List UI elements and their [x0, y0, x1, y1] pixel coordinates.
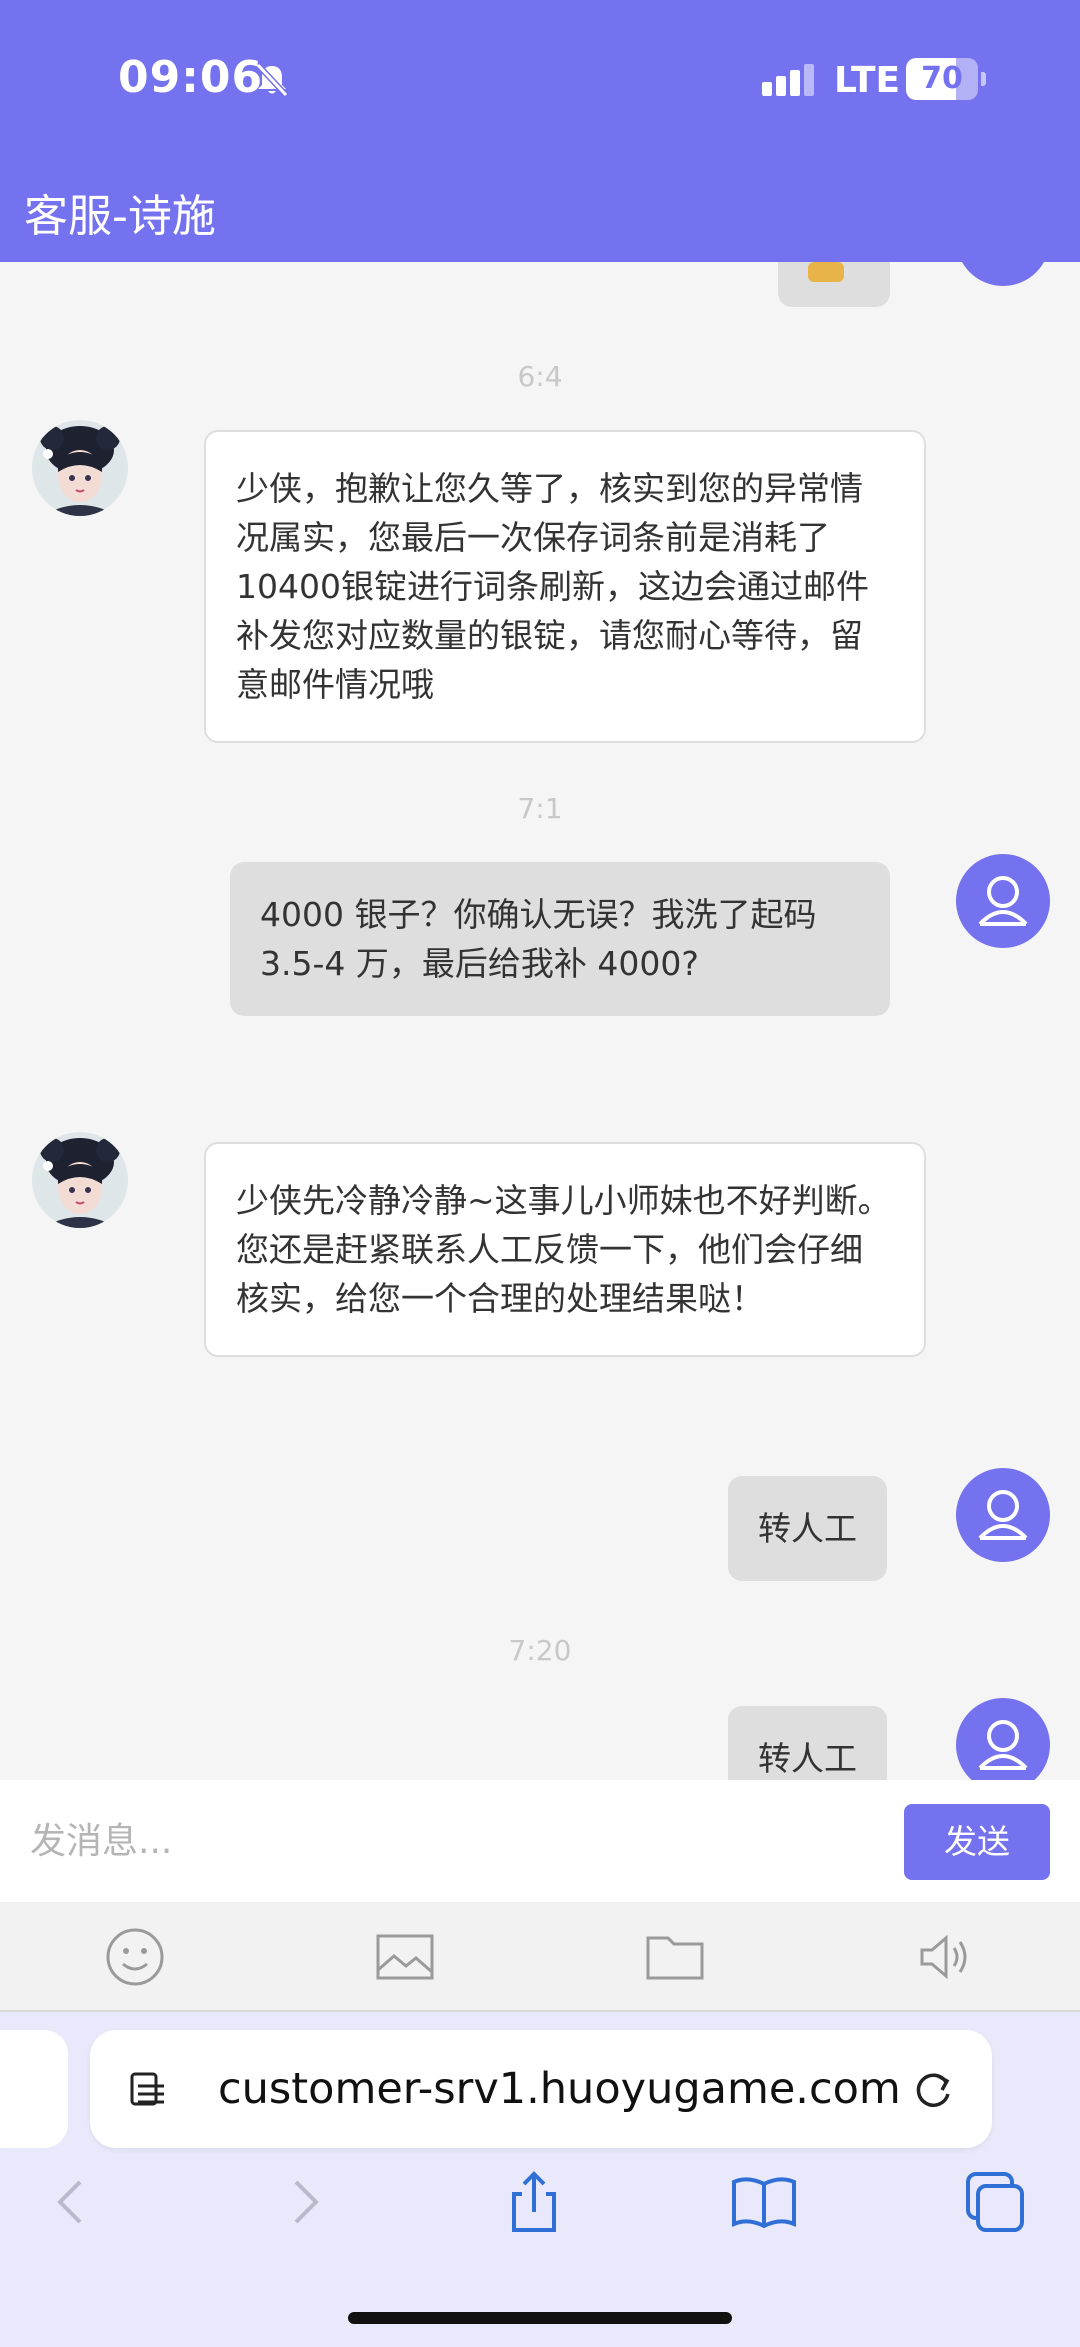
- agent-avatar-image: [32, 1132, 128, 1228]
- status-bar: 09:06 LTE 70: [0, 0, 1080, 160]
- emoji-icon[interactable]: [102, 1924, 168, 1990]
- volume-icon[interactable]: [912, 1924, 978, 1990]
- folder-icon[interactable]: [642, 1924, 708, 1990]
- page-title: 客服-诗施: [24, 191, 216, 242]
- chat-area[interactable]: 6:4 少侠，抱歉让您久等了，核实到您的异常情况属实，您最后一次保存词条前是消耗…: [0, 262, 1080, 1780]
- signal-icon: [762, 64, 814, 96]
- page-menu-icon[interactable]: [126, 2068, 170, 2112]
- message-time: 7:1: [517, 792, 563, 825]
- user-message-bubble: 转人工: [728, 1706, 887, 1780]
- message-time: 7:20: [508, 1634, 572, 1667]
- battery-icon: 70: [906, 58, 986, 100]
- tabs-icon[interactable]: [954, 2162, 1034, 2242]
- previous-tab[interactable]: [0, 2030, 68, 2148]
- thumbs-up-emoji: [808, 262, 844, 282]
- user-avatar: [956, 1698, 1050, 1780]
- status-time: 09:06: [118, 52, 264, 103]
- user-message-bubble: 4000 银子？你确认无误？我洗了起码 3.5-4 万，最后给我补 4000?: [230, 862, 890, 1016]
- user-avatar: [956, 1468, 1050, 1562]
- send-button[interactable]: 发送: [904, 1804, 1050, 1880]
- browser-toolbar: customer-srv1.huoyugame.com: [0, 2012, 1080, 2347]
- message-input-bar: 发送: [0, 1780, 1080, 1902]
- battery-level: 70: [921, 61, 963, 96]
- back-icon[interactable]: [30, 2162, 110, 2242]
- user-avatar-icon: [978, 1720, 1028, 1770]
- network-type: LTE: [834, 60, 901, 101]
- agent-message-bubble: 少侠，抱歉让您久等了，核实到您的异常情况属实，您最后一次保存词条前是消耗了104…: [204, 430, 926, 743]
- url-text: customer-srv1.huoyugame.com: [218, 2064, 901, 2114]
- agent-avatar-image: [32, 420, 128, 516]
- bell-slash-icon: [255, 62, 289, 98]
- agent-message-bubble: 少侠先冷静冷静~这事儿小师妹也不好判断。您还是赶紧联系人工反馈一下，他们会仔细核…: [204, 1142, 926, 1357]
- input-toolbar: [0, 1902, 1080, 2012]
- agent-avatar: [32, 1132, 128, 1228]
- previous-message-bubble: [778, 262, 890, 307]
- message-time: 6:4: [517, 360, 563, 393]
- reload-icon[interactable]: [910, 2066, 956, 2112]
- user-avatar: [956, 854, 1050, 948]
- bookmarks-icon[interactable]: [724, 2162, 804, 2242]
- home-indicator[interactable]: [348, 2312, 732, 2324]
- app-header: 09:06 LTE 70 客服-诗施: [0, 0, 1080, 262]
- message-input[interactable]: [0, 1780, 890, 1902]
- user-message-bubble: 转人工: [728, 1476, 887, 1581]
- user-avatar-icon: [978, 1490, 1028, 1540]
- user-avatar-icon: [978, 876, 1028, 926]
- forward-icon[interactable]: [266, 2162, 346, 2242]
- agent-avatar: [32, 420, 128, 516]
- share-icon[interactable]: [494, 2162, 574, 2242]
- address-bar[interactable]: customer-srv1.huoyugame.com: [90, 2030, 992, 2148]
- user-avatar: [956, 262, 1050, 286]
- image-icon[interactable]: [372, 1924, 438, 1990]
